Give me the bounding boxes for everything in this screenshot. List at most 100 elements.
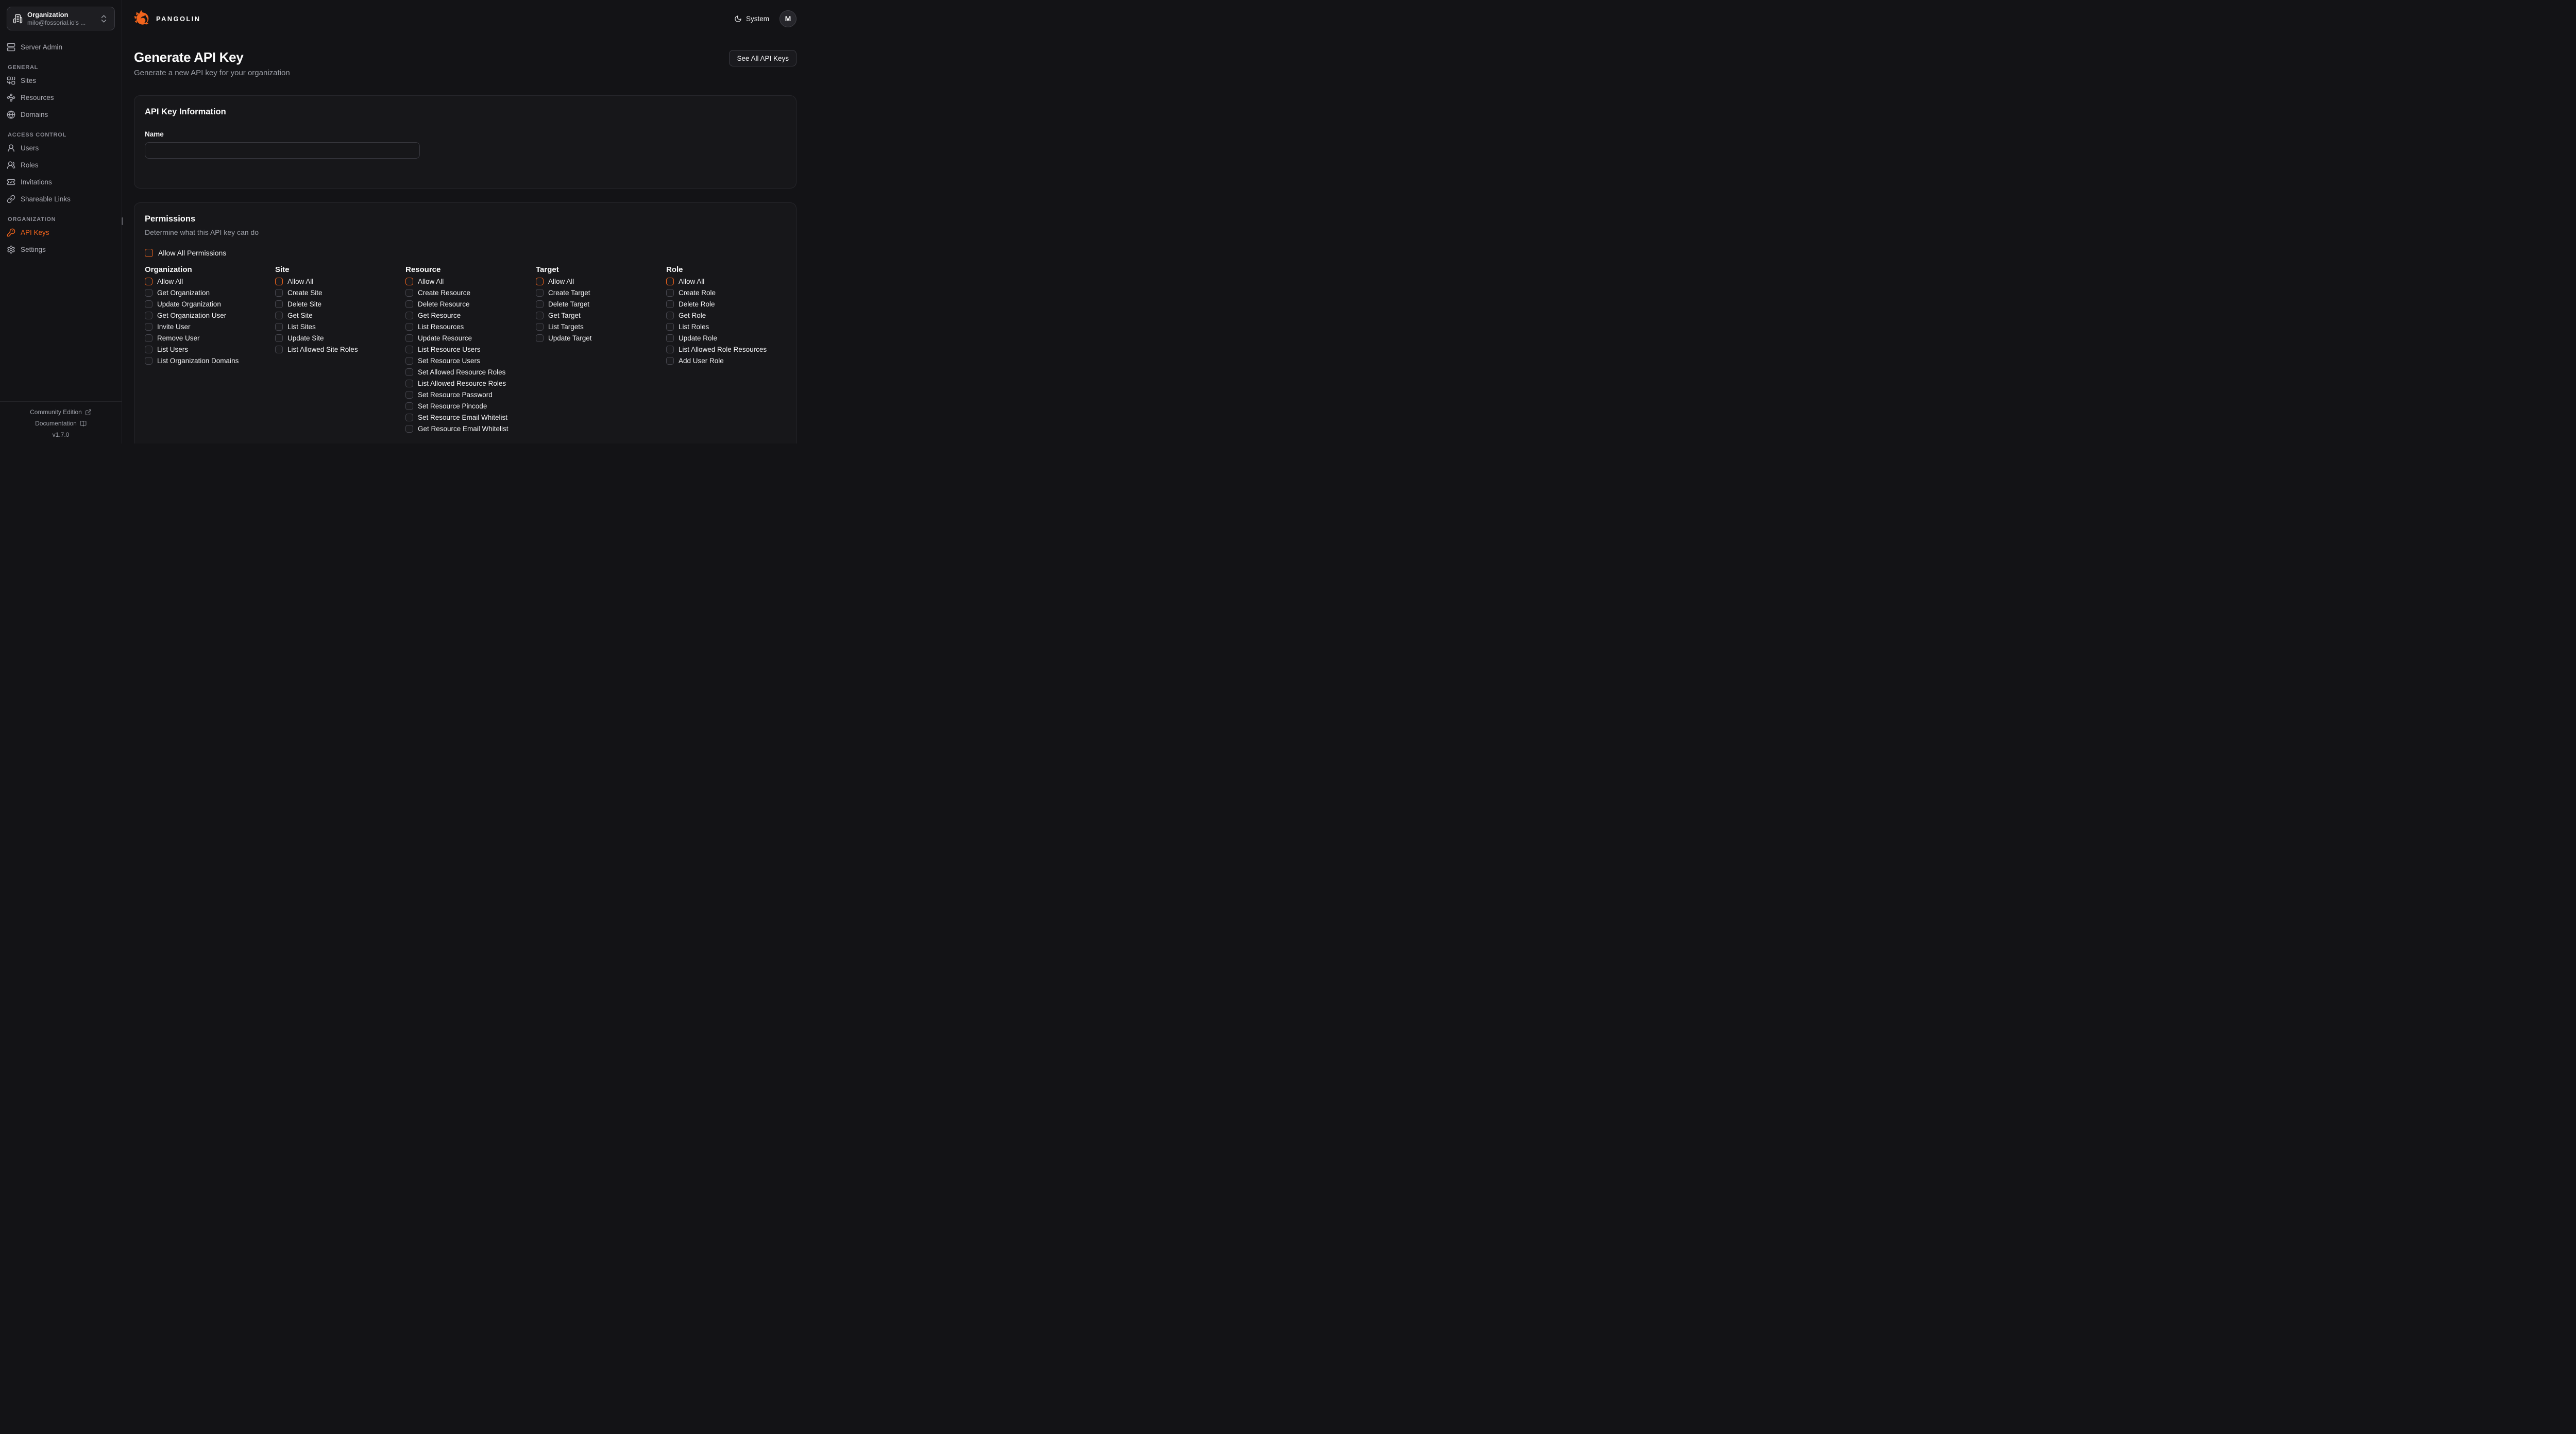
permission-row-site-create-site[interactable]: Create Site [275, 289, 405, 297]
checkbox-icon[interactable] [666, 300, 674, 308]
checkbox-icon[interactable] [666, 323, 674, 331]
brand[interactable]: PANGOLIN [134, 10, 200, 27]
permission-row-resource-set-resource-pincode[interactable]: Set Resource Pincode [405, 402, 536, 410]
permission-row-resource-list-resources[interactable]: List Resources [405, 323, 536, 331]
sidebar-item-shareable-links[interactable]: Shareable Links [7, 192, 115, 206]
checkbox-icon[interactable] [405, 334, 413, 342]
checkbox-icon[interactable] [405, 414, 413, 421]
sidebar-item-roles[interactable]: Roles [7, 158, 115, 172]
checkbox-icon[interactable] [145, 300, 152, 308]
checkbox-icon[interactable] [145, 334, 152, 342]
permission-row-resource-update-resource[interactable]: Update Resource [405, 334, 536, 342]
checkbox-icon[interactable] [405, 380, 413, 387]
checkbox-icon[interactable] [145, 357, 152, 365]
checkbox-icon[interactable] [405, 425, 413, 433]
checkbox-icon[interactable] [275, 323, 283, 331]
checkbox-icon[interactable] [275, 278, 283, 285]
checkbox-icon[interactable] [666, 346, 674, 353]
checkbox-icon[interactable] [405, 289, 413, 297]
permission-row-target-allow-all[interactable]: Allow All [536, 278, 666, 285]
permission-row-organization-list-users[interactable]: List Users [145, 346, 275, 353]
permission-row-resource-allow-all[interactable]: Allow All [405, 278, 536, 285]
checkbox-icon[interactable] [405, 346, 413, 353]
permission-row-resource-set-resource-users[interactable]: Set Resource Users [405, 357, 536, 365]
checkbox-icon[interactable] [275, 289, 283, 297]
checkbox-icon[interactable] [145, 323, 152, 331]
permission-row-target-delete-target[interactable]: Delete Target [536, 300, 666, 308]
permission-row-site-list-sites[interactable]: List Sites [275, 323, 405, 331]
checkbox-icon[interactable] [405, 278, 413, 285]
checkbox-icon[interactable] [536, 289, 544, 297]
name-input[interactable] [145, 142, 420, 159]
permission-row-resource-delete-resource[interactable]: Delete Resource [405, 300, 536, 308]
documentation-link[interactable]: Documentation [35, 420, 87, 428]
checkbox-icon[interactable] [275, 346, 283, 353]
permission-row-site-delete-site[interactable]: Delete Site [275, 300, 405, 308]
checkbox-icon[interactable] [666, 334, 674, 342]
avatar[interactable]: M [779, 10, 796, 27]
permission-row-role-update-role[interactable]: Update Role [666, 334, 796, 342]
sidebar-item-domains[interactable]: Domains [7, 108, 115, 121]
allow-all-permissions-row[interactable]: Allow All Permissions [145, 249, 786, 257]
permission-row-resource-set-resource-email-whitelist[interactable]: Set Resource Email Whitelist [405, 414, 536, 421]
checkbox-icon[interactable] [536, 312, 544, 319]
checkbox-icon[interactable] [405, 357, 413, 365]
permission-row-organization-remove-user[interactable]: Remove User [145, 334, 275, 342]
checkbox-icon[interactable] [145, 278, 152, 285]
sidebar-item-settings[interactable]: Settings [7, 243, 115, 256]
permission-row-resource-get-resource-email-whitelist[interactable]: Get Resource Email Whitelist [405, 425, 536, 433]
checkbox-icon[interactable] [666, 357, 674, 365]
permission-row-role-list-allowed-role-resources[interactable]: List Allowed Role Resources [666, 346, 796, 353]
checkbox-icon[interactable] [275, 334, 283, 342]
checkbox-icon[interactable] [145, 312, 152, 319]
permission-row-role-create-role[interactable]: Create Role [666, 289, 796, 297]
permission-row-role-delete-role[interactable]: Delete Role [666, 300, 796, 308]
checkbox-icon[interactable] [405, 312, 413, 319]
checkbox-icon[interactable] [275, 312, 283, 319]
checkbox-icon[interactable] [145, 289, 152, 297]
permission-row-site-list-allowed-site-roles[interactable]: List Allowed Site Roles [275, 346, 405, 353]
checkbox-icon[interactable] [536, 323, 544, 331]
organization-selector[interactable]: Organization milo@fossorial.io's ... [7, 7, 115, 30]
permission-row-resource-list-resource-users[interactable]: List Resource Users [405, 346, 536, 353]
checkbox-icon[interactable] [405, 402, 413, 410]
permission-row-resource-create-resource[interactable]: Create Resource [405, 289, 536, 297]
permission-row-organization-list-organization-domains[interactable]: List Organization Domains [145, 357, 275, 365]
sidebar-item-users[interactable]: Users [7, 141, 115, 155]
sidebar-item-api-keys[interactable]: API Keys [7, 226, 115, 239]
permission-row-site-get-site[interactable]: Get Site [275, 312, 405, 319]
checkbox-icon[interactable] [275, 300, 283, 308]
checkbox-icon[interactable] [405, 323, 413, 331]
sidebar-item-resources[interactable]: Resources [7, 91, 115, 104]
sidebar-item-invitations[interactable]: Invitations [7, 175, 115, 189]
checkbox-icon[interactable] [536, 278, 544, 285]
permission-row-resource-get-resource[interactable]: Get Resource [405, 312, 536, 319]
permission-row-target-get-target[interactable]: Get Target [536, 312, 666, 319]
checkbox-icon[interactable] [145, 346, 152, 353]
permission-row-resource-set-resource-password[interactable]: Set Resource Password [405, 391, 536, 399]
sidebar-item-server-admin[interactable]: Server Admin [7, 40, 115, 54]
checkbox-icon[interactable] [666, 289, 674, 297]
permission-row-role-allow-all[interactable]: Allow All [666, 278, 796, 285]
checkbox-icon[interactable] [405, 391, 413, 399]
permission-row-target-create-target[interactable]: Create Target [536, 289, 666, 297]
permission-row-organization-update-organization[interactable]: Update Organization [145, 300, 275, 308]
theme-toggle[interactable]: System [734, 15, 769, 23]
checkbox-icon[interactable] [536, 334, 544, 342]
checkbox-icon[interactable] [536, 300, 544, 308]
checkbox-icon[interactable] [405, 300, 413, 308]
permission-row-organization-invite-user[interactable]: Invite User [145, 323, 275, 331]
checkbox-icon[interactable] [666, 278, 674, 285]
permission-row-role-add-user-role[interactable]: Add User Role [666, 357, 796, 365]
permission-row-organization-get-organization[interactable]: Get Organization [145, 289, 275, 297]
checkbox-icon[interactable] [666, 312, 674, 319]
permission-row-resource-list-allowed-resource-roles[interactable]: List Allowed Resource Roles [405, 380, 536, 387]
checkbox-icon[interactable] [405, 368, 413, 376]
permission-row-site-allow-all[interactable]: Allow All [275, 278, 405, 285]
permission-row-role-get-role[interactable]: Get Role [666, 312, 796, 319]
permission-row-target-update-target[interactable]: Update Target [536, 334, 666, 342]
allow-all-permissions-checkbox[interactable] [145, 249, 153, 257]
permission-row-organization-allow-all[interactable]: Allow All [145, 278, 275, 285]
permission-row-resource-set-allowed-resource-roles[interactable]: Set Allowed Resource Roles [405, 368, 536, 376]
permission-row-target-list-targets[interactable]: List Targets [536, 323, 666, 331]
